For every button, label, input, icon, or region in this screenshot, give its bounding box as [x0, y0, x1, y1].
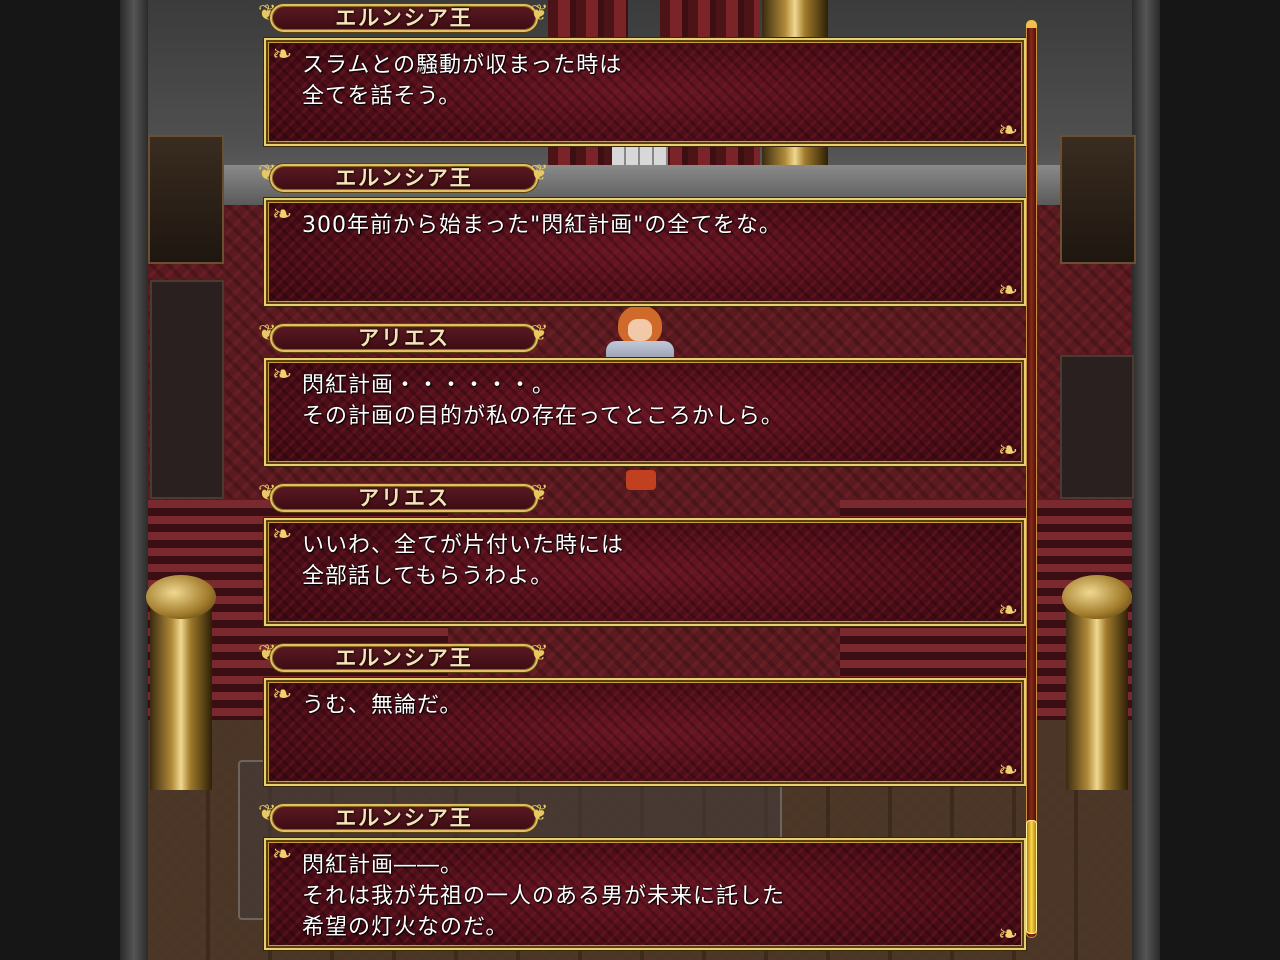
- right-desk: [1060, 135, 1136, 264]
- message-text: いいわ、全てが片付いた時には 全部話してもらうわよ。: [302, 530, 1002, 592]
- right-pillar-cap: [1062, 575, 1132, 619]
- left-letterbox: [0, 0, 120, 960]
- backlog-scrollbar-thumb[interactable]: [1026, 820, 1037, 934]
- flourish-icon: ❧: [997, 436, 1018, 464]
- message-line: 全部話してもらうわよ。: [302, 564, 554, 589]
- flourish-icon: ❧: [997, 116, 1018, 144]
- flourish-icon: ❧: [997, 596, 1018, 624]
- flourish-icon: ❧: [272, 520, 293, 548]
- backlog-entry: ❦ アリエス ❦ ❧ いいわ、全てが片付いた時には 全部話してもらうわよ。 ❧: [256, 480, 1036, 630]
- flourish-icon: ❧: [272, 40, 293, 68]
- scrollbar-top-cap: [1026, 20, 1037, 28]
- right-shelf: [1060, 355, 1134, 499]
- ornament-icon: ❦: [530, 1, 549, 26]
- message-line: 全てを話そう。: [302, 84, 462, 109]
- message-box: ❧ うむ、無論だ。 ❧: [264, 678, 1026, 786]
- ornament-icon: ❦: [530, 321, 549, 346]
- speaker-name: アリエス: [358, 485, 450, 510]
- backlog-entry: ❦ アリエス ❦ ❧ 閃紅計画・・・・・・。 その計画の目的が私の存在ってところ…: [256, 320, 1036, 470]
- backlog-entry: ❦ エルンシア王 ❦ ❧ うむ、無論だ。 ❧: [256, 640, 1036, 790]
- game-screen: ❦ エルンシア王 ❦ ❧ スラムとの騒動が収まった時は 全てを話そう。 ❧ ❦ …: [0, 0, 1280, 960]
- speaker-name: エルンシア王: [335, 805, 473, 830]
- left-stone-frame: [120, 0, 148, 960]
- message-line: 希望の灯火なのだ。: [302, 915, 509, 940]
- message-text: スラムとの騒動が収まった時は 全てを話そう。: [302, 50, 1002, 112]
- message-line: スラムとの騒動が収まった時は: [302, 53, 623, 78]
- message-text: 閃紅計画――。 それは我が先祖の一人のある男が未来に託した 希望の灯火なのだ。: [302, 850, 1002, 943]
- left-front-pillar: [150, 600, 212, 790]
- message-box: ❧ 閃紅計画――。 それは我が先祖の一人のある男が未来に託した 希望の灯火なのだ…: [264, 838, 1026, 950]
- ornament-icon: ❦: [530, 641, 549, 666]
- flourish-icon: ❧: [272, 680, 293, 708]
- message-box: ❧ スラムとの騒動が収まった時は 全てを話そう。 ❧: [264, 38, 1026, 146]
- speaker-name-plate: エルンシア王: [270, 164, 538, 192]
- message-text: 300年前から始まった"閃紅計画"の全てをな。: [302, 210, 1002, 241]
- flourish-icon: ❧: [997, 920, 1018, 948]
- right-front-pillar: [1066, 600, 1128, 790]
- flourish-icon: ❧: [272, 200, 293, 228]
- flourish-icon: ❧: [997, 756, 1018, 784]
- speaker-name: エルンシア王: [335, 5, 473, 30]
- ornament-icon: ❦: [530, 481, 549, 506]
- message-line: うむ、無論だ。: [302, 693, 463, 718]
- message-line: その計画の目的が私の存在ってところかしら。: [302, 404, 784, 429]
- right-stone-frame: [1132, 0, 1160, 960]
- message-box: ❧ 300年前から始まった"閃紅計画"の全てをな。 ❧: [264, 198, 1026, 306]
- flourish-icon: ❧: [272, 840, 293, 868]
- speaker-name: エルンシア王: [335, 645, 473, 670]
- speaker-name: エルンシア王: [335, 165, 473, 190]
- speaker-name-plate: アリエス: [270, 484, 538, 512]
- backlog-entry: ❦ エルンシア王 ❦ ❧ 閃紅計画――。 それは我が先祖の一人のある男が未来に託…: [256, 800, 1036, 956]
- right-letterbox: [1160, 0, 1280, 960]
- message-line: 300年前から始まった"閃紅計画"の全てをな。: [302, 213, 782, 238]
- left-shelf: [150, 280, 224, 499]
- speaker-name-plate: エルンシア王: [270, 804, 538, 832]
- backlog-entry: ❦ エルンシア王 ❦ ❧ 300年前から始まった"閃紅計画"の全てをな。 ❧: [256, 160, 1036, 310]
- message-box: ❧ 閃紅計画・・・・・・。 その計画の目的が私の存在ってところかしら。 ❧: [264, 358, 1026, 466]
- ornament-icon: ❦: [530, 161, 549, 186]
- speaker-name-plate: アリエス: [270, 324, 538, 352]
- backlog-entry: ❦ エルンシア王 ❦ ❧ スラムとの騒動が収まった時は 全てを話そう。 ❧: [256, 0, 1036, 150]
- message-line: いいわ、全てが片付いた時には: [302, 533, 625, 558]
- speaker-name-plate: エルンシア王: [270, 644, 538, 672]
- left-pillar-cap: [146, 575, 216, 619]
- speaker-name-plate: エルンシア王: [270, 4, 538, 32]
- message-box: ❧ いいわ、全てが片付いた時には 全部話してもらうわよ。 ❧: [264, 518, 1026, 626]
- message-text: うむ、無論だ。: [302, 690, 1002, 721]
- message-line: 閃紅計画――。: [302, 853, 464, 878]
- speaker-name: アリエス: [358, 325, 450, 350]
- ornament-icon: ❦: [530, 801, 549, 826]
- flourish-icon: ❧: [997, 276, 1018, 304]
- message-text: 閃紅計画・・・・・・。 その計画の目的が私の存在ってところかしら。: [302, 370, 1002, 432]
- left-desk: [148, 135, 224, 264]
- message-line: 閃紅計画・・・・・・。: [302, 373, 556, 398]
- message-line: それは我が先祖の一人のある男が未来に託した: [302, 884, 786, 909]
- flourish-icon: ❧: [272, 360, 293, 388]
- backlog-scrollbar-track[interactable]: [1026, 22, 1037, 938]
